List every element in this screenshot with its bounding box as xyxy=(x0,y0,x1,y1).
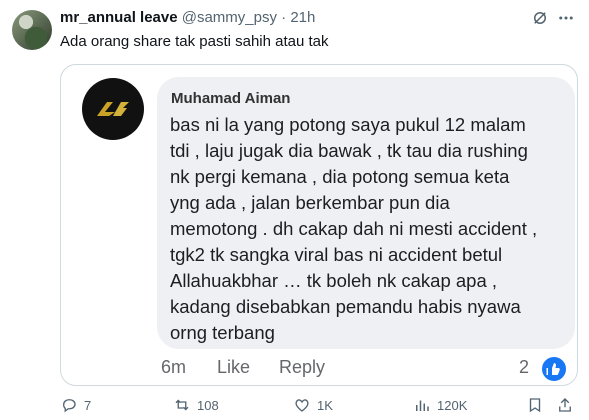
reply-count: 7 xyxy=(84,397,92,413)
tweet-image[interactable]: Muhamad Aiman bas ni la yang potong saya… xyxy=(60,64,578,386)
views-button[interactable]: 120K xyxy=(413,396,467,414)
like-link: Like xyxy=(217,357,251,377)
bookmark-button[interactable] xyxy=(526,396,544,414)
comment-text: bas ni la yang potong saya pukul 12 mala… xyxy=(170,112,570,346)
comment-line: tdi , laju jugak dia bawak , tk tau dia … xyxy=(170,140,528,161)
bookmark-icon xyxy=(529,398,541,413)
view-count: 120K xyxy=(437,397,468,413)
comment-line: tgk2 tk sangka viral bas ni accident bet… xyxy=(170,244,503,265)
user-handle[interactable]: @sammy_psy xyxy=(182,9,277,26)
repost-count: 108 xyxy=(197,397,219,413)
profile-avatar[interactable] xyxy=(12,10,52,50)
reaction-count: 2 xyxy=(519,357,530,377)
comment-time: 6m xyxy=(161,357,187,377)
like-count: 1K xyxy=(317,397,333,413)
like-button[interactable]: 1K xyxy=(293,396,333,414)
comment-line: orng terbang xyxy=(170,322,275,343)
reply-button[interactable]: 7 xyxy=(60,396,91,414)
repost-button[interactable]: 108 xyxy=(173,396,219,414)
grok-icon[interactable] xyxy=(531,9,549,31)
comment-line: memotong . dh cakap dah ni mesti acciden… xyxy=(170,218,538,239)
reply-link: Reply xyxy=(279,357,326,377)
tweet-time[interactable]: 21h xyxy=(290,9,315,26)
share-icon xyxy=(559,398,571,412)
comment-line: nk pergi kemana , dia potong semua keta xyxy=(170,166,510,187)
tweet-header: mr_annual leave @sammy_psy · 21h xyxy=(60,9,579,29)
tweet-actions: 7 108 1K 120K xyxy=(60,396,580,418)
tweet-text: Ada orang share tak pasti sahih atau tak xyxy=(60,33,329,50)
separator: · xyxy=(281,9,287,26)
heart-icon xyxy=(295,399,309,412)
thumbs-up-icon xyxy=(540,355,568,383)
share-button[interactable] xyxy=(556,396,574,414)
comment-actions: 6m Like Reply 2 xyxy=(61,355,577,385)
comment-line: Allahuakbhar … tk boleh nk cakap apa , xyxy=(170,270,498,291)
comment-bubble: Muhamad Aiman bas ni la yang potong saya… xyxy=(157,77,575,349)
reply-icon xyxy=(63,399,76,413)
more-options-icon[interactable] xyxy=(557,9,575,31)
comment-author: Muhamad Aiman xyxy=(171,90,291,107)
gold-logo-icon xyxy=(97,102,129,116)
comment-line: bas ni la yang potong saya pukul 12 mala… xyxy=(170,114,526,135)
display-name[interactable]: mr_annual leave xyxy=(60,9,178,26)
comment-line: kadang disebabkan pemandu habis nyawa xyxy=(170,296,521,317)
views-icon xyxy=(416,400,429,411)
comment-line: yng ada , jalan berkembar pun dia xyxy=(170,192,450,213)
repost-icon xyxy=(175,399,189,411)
commenter-avatar xyxy=(82,78,144,140)
